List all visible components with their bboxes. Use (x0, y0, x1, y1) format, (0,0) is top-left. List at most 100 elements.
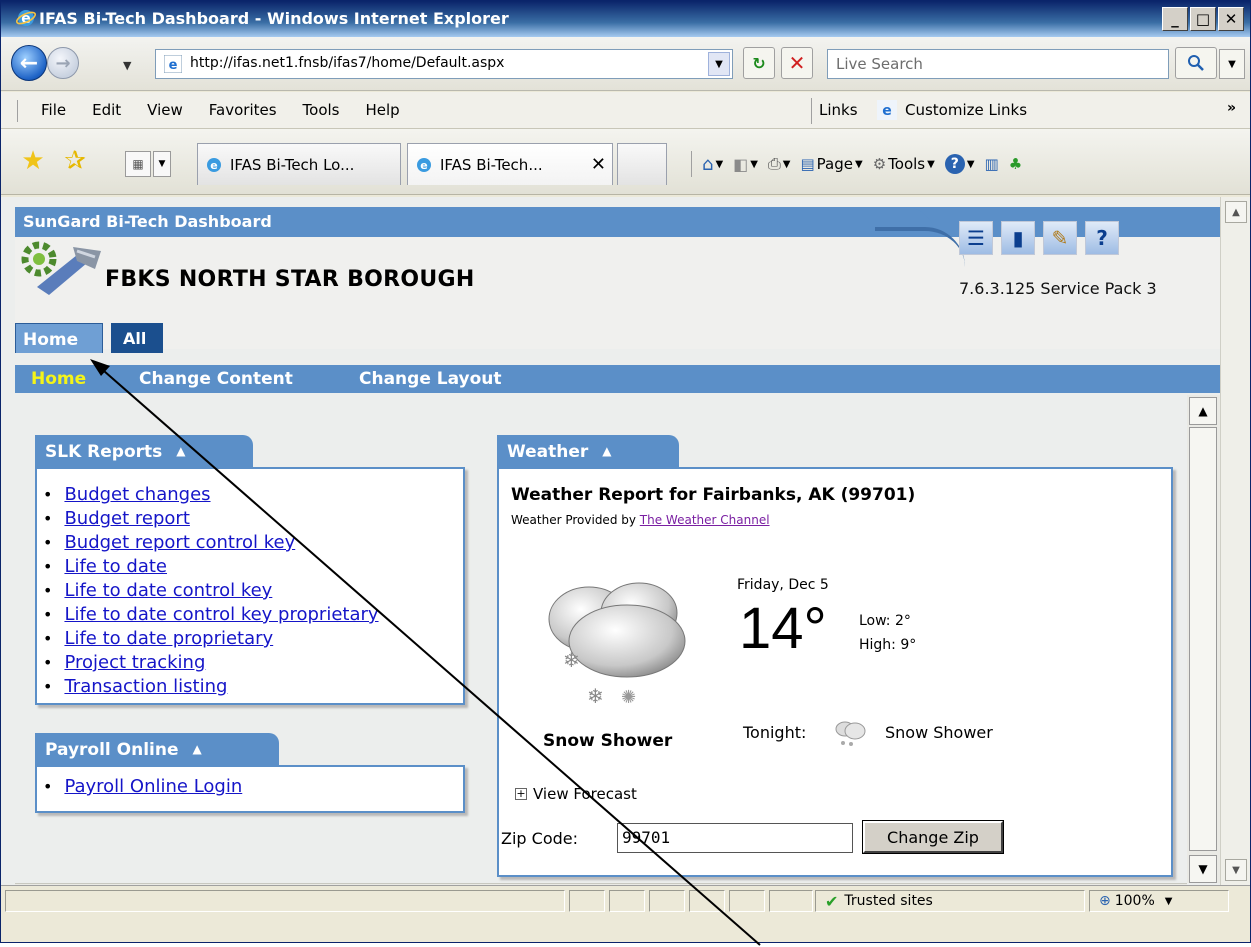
dashboard-banner: SunGard Bi-Tech Dashboard (15, 207, 935, 237)
minimize-button[interactable]: _ (1162, 7, 1188, 31)
page-menu-button[interactable]: ▤ Page ▼ (800, 155, 862, 173)
list-item: Transaction listing (43, 675, 463, 699)
security-zone[interactable]: ✔ Trusted sites (819, 890, 1079, 912)
browser-window: e IFAS Bi-Tech Dashboard - Windows Inter… (0, 0, 1251, 943)
payroll-online-header[interactable]: Payroll Online ▲ (35, 733, 279, 767)
payroll-login-link[interactable]: Payroll Online Login (64, 775, 242, 799)
dashboard-tab-all[interactable]: All (111, 323, 163, 353)
subnav-change-layout[interactable]: Change Layout (359, 369, 502, 389)
tools-menu-button[interactable]: ⚙ Tools ▼ (873, 155, 935, 173)
zoom-control[interactable]: ⊕ 100% ▼ (1093, 890, 1223, 912)
tab-ifas-dashboard[interactable]: e IFAS Bi-Tech... ✕ (407, 143, 613, 185)
more-chevron-icon[interactable]: » (1227, 100, 1236, 116)
report-link[interactable]: Transaction listing (64, 675, 227, 699)
tab-ifas-login[interactable]: e IFAS Bi-Tech Lo... (197, 143, 401, 185)
folder-icon[interactable]: ▮ (1001, 221, 1035, 255)
report-link[interactable]: Budget report control key (64, 531, 295, 555)
tools-icon[interactable]: ✎ (1043, 221, 1077, 255)
content-vertical-scrollbar[interactable]: ▲ ▼ (1187, 395, 1220, 883)
print-button[interactable]: ⎙ ▼ (768, 154, 791, 174)
organization-name: FBKS NORTH STAR BOROUGH (105, 267, 475, 292)
title-bar: e IFAS Bi-Tech Dashboard - Windows Inter… (1, 1, 1250, 37)
expand-plus-icon[interactable]: + (515, 788, 527, 800)
dashboard-subnav: Home Change Content Change Layout (15, 365, 1220, 393)
report-link[interactable]: Life to date control key proprietary (64, 603, 378, 627)
add-favorites-icon[interactable]: ✰ (61, 147, 89, 175)
change-zip-button[interactable]: Change Zip (862, 820, 1004, 854)
menu-file[interactable]: File (41, 101, 66, 119)
new-tab-button[interactable] (617, 143, 667, 185)
menu-help[interactable]: Help (366, 101, 400, 119)
ie-logo-icon: e (15, 10, 37, 27)
history-dropdown-icon[interactable]: ▼ (123, 59, 131, 72)
report-link[interactable]: Budget report (64, 507, 189, 531)
list-item: Budget report control key (43, 531, 463, 555)
quick-tabs-icon[interactable]: ▦ (125, 151, 151, 177)
scroll-down-arrow-icon[interactable]: ▼ (1189, 855, 1217, 883)
feeds-button[interactable]: ◧ ▼ (733, 155, 758, 174)
status-text-cell (5, 890, 565, 912)
sungard-logo-icon (21, 241, 101, 295)
help-button[interactable]: ? ▼ (944, 154, 975, 174)
maximize-button[interactable]: □ (1190, 7, 1216, 31)
search-button[interactable] (1175, 47, 1217, 79)
report-link[interactable]: Life to date control key (64, 579, 272, 603)
forward-button[interactable]: → (47, 47, 79, 79)
scroll-up-arrow-icon[interactable]: ▲ (1189, 397, 1217, 425)
scroll-thumb[interactable] (1189, 427, 1217, 851)
page-scroll-down-icon[interactable]: ▼ (1225, 859, 1247, 881)
page-icon: ▤ (800, 155, 815, 173)
weather-report-title: Weather Report for Fairbanks, AK (99701) (511, 485, 916, 505)
collapse-caret-icon[interactable]: ▲ (176, 444, 185, 458)
list-item: Life to date (43, 555, 463, 579)
zoom-dropdown-icon[interactable]: ▼ (1165, 896, 1173, 907)
address-field[interactable]: e http://ifas.net1.fnsb/ifas7/home/Defau… (155, 49, 733, 79)
weather-header[interactable]: Weather ▲ (497, 435, 679, 469)
slk-reports-header[interactable]: SLK Reports ▲ (35, 435, 253, 469)
dashboard-tab-home[interactable]: Home (15, 323, 103, 353)
report-link[interactable]: Budget changes (64, 483, 210, 507)
status-cell (649, 890, 685, 912)
collapse-caret-icon[interactable]: ▲ (193, 742, 202, 756)
messenger-button[interactable]: ♣ (1009, 155, 1022, 173)
tab-label: IFAS Bi-Tech Lo... (230, 155, 355, 174)
customize-links-link[interactable]: e Customize Links (877, 100, 1027, 120)
search-options-dropdown-icon[interactable]: ▼ (1219, 49, 1245, 79)
svg-text:❄: ❄ (563, 648, 580, 672)
favorites-center-icon[interactable]: ★ (19, 147, 47, 175)
weather-channel-link[interactable]: The Weather Channel (640, 513, 770, 527)
status-bar: ✔ Trusted sites ⊕ 100% ▼ (1, 885, 1250, 915)
subnav-home[interactable]: Home (31, 369, 86, 389)
help-icon[interactable]: ? (1085, 221, 1119, 255)
close-window-button[interactable]: ✕ (1218, 7, 1244, 31)
subnav-change-content[interactable]: Change Content (139, 369, 293, 389)
report-link[interactable]: Project tracking (64, 651, 205, 675)
close-tab-icon[interactable]: ✕ (591, 154, 606, 175)
page-scroll-up-icon[interactable]: ▲ (1225, 201, 1247, 223)
stop-button[interactable]: ✕ (781, 47, 813, 79)
collapse-caret-icon[interactable]: ▲ (602, 444, 611, 458)
back-button[interactable]: ← (11, 45, 47, 81)
home-button[interactable]: ⌂ ▼ (702, 154, 723, 175)
menu-tools[interactable]: Tools (303, 101, 340, 119)
search-input[interactable]: Live Search (827, 49, 1169, 79)
payroll-online-panel: Payroll Online Login (35, 765, 465, 813)
menu-favorites[interactable]: Favorites (209, 101, 277, 119)
view-forecast-toggle[interactable]: + View Forecast (515, 785, 637, 803)
address-dropdown-icon[interactable]: ▼ (708, 52, 730, 76)
menu-view[interactable]: View (147, 101, 183, 119)
report-link[interactable]: Life to date proprietary (64, 627, 273, 651)
report-link[interactable]: Life to date (64, 555, 167, 579)
zip-code-input[interactable]: 99701 (617, 823, 853, 853)
list-item: Payroll Online Login (43, 775, 463, 799)
tab-list-dropdown-icon[interactable]: ▼ (153, 151, 171, 177)
research-button[interactable]: ▥ (985, 155, 999, 173)
page-vertical-scrollbar[interactable]: ▲ ▼ (1220, 197, 1250, 885)
menu-edit[interactable]: Edit (92, 101, 121, 119)
tonight-condition: Snow Shower (885, 723, 993, 742)
refresh-button[interactable]: ↻ (743, 47, 775, 79)
settings-list-icon[interactable]: ☰ (959, 221, 993, 255)
svg-text:e: e (882, 103, 892, 119)
links-label[interactable]: Links (819, 101, 858, 119)
status-cell (569, 890, 605, 912)
